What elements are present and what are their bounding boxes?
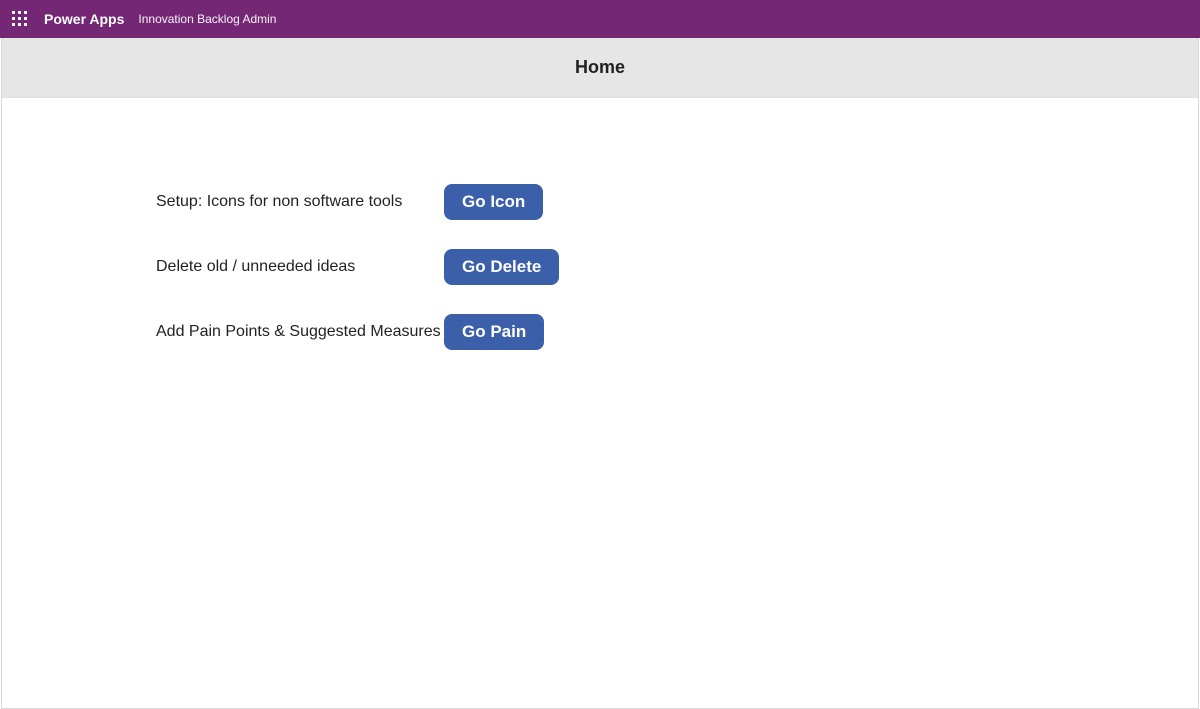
top-bar: Power Apps Innovation Backlog Admin xyxy=(0,0,1200,38)
app-launcher-icon[interactable] xyxy=(12,11,28,27)
page-title: Home xyxy=(575,57,625,78)
go-icon-button[interactable]: Go Icon xyxy=(444,184,543,220)
row-label: Setup: Icons for non software tools xyxy=(156,193,444,211)
row-label: Add Pain Points & Suggested Measures xyxy=(156,323,444,341)
brand-label[interactable]: Power Apps xyxy=(44,11,124,27)
page-header: Home xyxy=(2,38,1198,98)
row-delete-ideas: Delete old / unneeded ideas Go Delete xyxy=(156,248,1198,286)
canvas-frame: Home Setup: Icons for non software tools… xyxy=(1,38,1199,709)
row-label: Delete old / unneeded ideas xyxy=(156,258,444,276)
app-name-label: Innovation Backlog Admin xyxy=(138,12,276,26)
row-setup-icons: Setup: Icons for non software tools Go I… xyxy=(156,183,1198,221)
go-pain-button[interactable]: Go Pain xyxy=(444,314,544,350)
go-delete-button[interactable]: Go Delete xyxy=(444,249,559,285)
content-area: Setup: Icons for non software tools Go I… xyxy=(2,98,1198,351)
row-pain-points: Add Pain Points & Suggested Measures Go … xyxy=(156,313,1198,351)
